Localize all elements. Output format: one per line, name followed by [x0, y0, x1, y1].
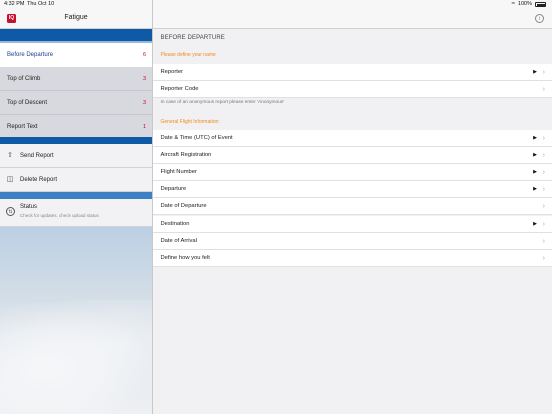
main-panel: i BEFORE DEPARTURE Please define your na… [152, 0, 552, 414]
row-date-of-departure[interactable]: Date of Departure › [152, 198, 552, 215]
sidebar-item-report-text[interactable]: Report Text 1 [0, 115, 152, 139]
status-right: ≈ 100% [512, 0, 546, 9]
sidebar-item-label: Top of Descent [7, 100, 48, 106]
sidebar-divider-bottom [0, 192, 152, 199]
row-label: Date of Departure [160, 203, 207, 209]
play-icon: ▶ [533, 221, 537, 227]
wifi-icon: ≈ [511, 1, 515, 7]
section-title: BEFORE DEPARTURE [160, 35, 225, 41]
row-label: Aircraft Registration [160, 152, 212, 158]
row-reporter[interactable]: Reporter ▶ › [152, 64, 552, 81]
row-date-of-arrival[interactable]: Date of Arrival › [152, 233, 552, 250]
status-title: Status [20, 204, 38, 210]
sidebar-divider-top [0, 29, 152, 41]
sidebar: IQ Fatigue Before Departure 6 Top of Cli… [0, 0, 152, 414]
status-button[interactable]: ⇅ Status Check for updates, check upload… [0, 199, 152, 227]
play-icon: ▶ [533, 135, 537, 141]
trash-icon: ◫ [6, 176, 14, 183]
row-label: Flight Number [160, 169, 197, 175]
row-destination[interactable]: Destination ▶ › [152, 216, 552, 233]
row-label: Define how you felt [160, 255, 210, 261]
sidebar-item-label: Before Departure [7, 52, 54, 58]
row-flight-number[interactable]: Flight Number ▶ › [152, 164, 552, 181]
sidebar-item-count: 3 [142, 100, 146, 106]
sidebar-item-label: Report Text [7, 124, 38, 130]
sidebar-item-count: 3 [142, 76, 146, 82]
row-label: Date & Time (UTC) of Event [160, 135, 233, 141]
share-icon: ⇧ [7, 152, 13, 159]
sidebar-divider-middle [0, 137, 152, 144]
group-header-flight: General Flight Information: [160, 119, 220, 125]
row-define-how-you-felt[interactable]: Define how you felt › [152, 250, 552, 267]
battery-percent: 100% [517, 1, 532, 7]
play-icon: ▶ [533, 186, 537, 192]
play-icon: ▶ [533, 169, 537, 175]
sidebar-item-count: 6 [142, 52, 146, 58]
chevron-right-icon: › [542, 238, 545, 245]
status-time: 4:32 PM [4, 1, 25, 7]
row-label: Destination [160, 221, 190, 227]
sidebar-title: Fatigue [64, 14, 88, 21]
chevron-right-icon: › [542, 135, 545, 142]
sidebar-item-label: Top of Climb [7, 76, 41, 82]
play-icon: ▶ [533, 69, 537, 75]
chevron-right-icon: › [542, 203, 545, 210]
delete-report-button[interactable]: ◫ Delete Report [0, 168, 152, 192]
group-header-name: Please define your name [160, 52, 216, 58]
sidebar-item-before-departure[interactable]: Before Departure 6 [0, 43, 152, 67]
chevron-right-icon: › [542, 255, 545, 262]
chevron-right-icon: › [542, 69, 545, 76]
sidebar-item-top-of-descent[interactable]: Top of Descent 3 [0, 91, 152, 115]
chevron-right-icon: › [542, 186, 545, 193]
status-date: Thu Oct 10 [27, 1, 55, 7]
row-label: Date of Arrival [160, 238, 197, 244]
row-label: Reporter Code [160, 86, 199, 92]
row-label: Reporter [160, 69, 184, 75]
send-report-label: Send Report [20, 153, 54, 159]
status-bar: 4:32 PM Thu Oct 10 ≈ 100% [0, 0, 552, 9]
sidebar-item-top-of-climb[interactable]: Top of Climb 3 [0, 67, 152, 91]
delete-report-label: Delete Report [20, 177, 58, 183]
battery-icon [535, 2, 546, 7]
anonymous-note: In case of an anonymous report please en… [160, 100, 285, 105]
sidebar-item-count: 1 [142, 124, 146, 130]
chevron-right-icon: › [542, 221, 545, 228]
row-reporter-code[interactable]: Reporter Code › [152, 81, 552, 98]
row-aircraft-registration[interactable]: Aircraft Registration ▶ › [152, 147, 552, 164]
info-icon[interactable]: i [535, 14, 544, 23]
send-report-button[interactable]: ⇧ Send Report [0, 144, 152, 168]
row-label: Departure [160, 186, 187, 192]
row-date-time-utc[interactable]: Date & Time (UTC) of Event ▶ › [152, 130, 552, 147]
status-subtitle: Check for updates, check upload status [20, 213, 99, 218]
chevron-right-icon: › [542, 152, 545, 159]
row-departure[interactable]: Departure ▶ › [152, 181, 552, 198]
play-icon: ▶ [533, 152, 537, 158]
status-icon: ⇅ [6, 207, 15, 216]
chevron-right-icon: › [542, 86, 545, 93]
chevron-right-icon: › [542, 169, 545, 176]
